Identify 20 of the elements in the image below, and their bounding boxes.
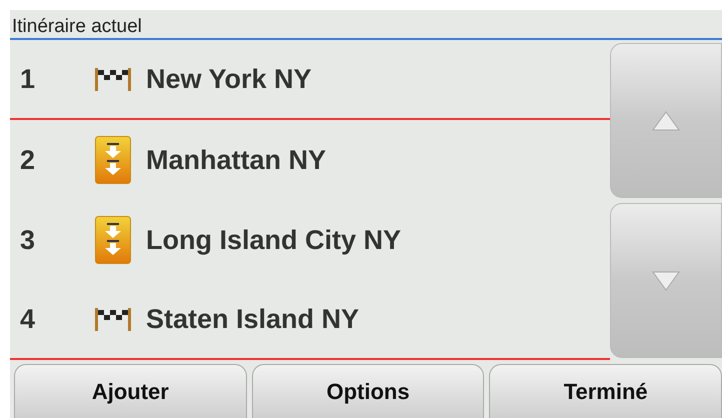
action-button[interactable]: Options (252, 364, 484, 418)
checkered-flag-icon (95, 67, 131, 91)
waypoint-arrows-icon (95, 136, 131, 184)
down-triangle-icon (652, 270, 680, 290)
stop-name: Manhattan NY (146, 144, 326, 177)
screen-title: Itinéraire actuel (12, 17, 142, 36)
stop-number: 2 (19, 144, 36, 177)
up-triangle-icon (652, 110, 680, 130)
stop-number: 1 (19, 62, 36, 96)
stop-number: 3 (19, 224, 36, 257)
scroll-up-button[interactable] (610, 43, 722, 198)
action-button[interactable]: Terminé (489, 364, 722, 418)
scroll-down-button[interactable] (610, 203, 722, 358)
action-button[interactable]: Ajouter (14, 364, 247, 418)
stop-name: Staten Island NY (146, 302, 360, 336)
stop-number: 4 (19, 302, 36, 336)
waypoint-arrows-icon (95, 216, 131, 264)
stop-name: New York NY (146, 62, 312, 96)
checkered-flag-icon (95, 307, 131, 331)
stop-name: Long Island City NY (146, 224, 402, 257)
